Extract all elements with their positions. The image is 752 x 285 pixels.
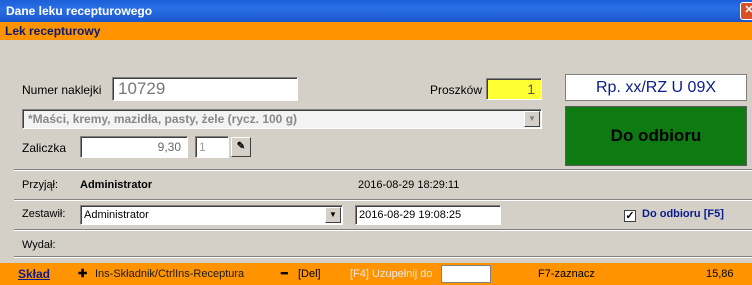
mark-button[interactable]: F7-zaznacz bbox=[538, 263, 595, 285]
chevron-down-icon[interactable]: ▼ bbox=[325, 207, 341, 223]
rp-code-box: Rp. xx/RZ U 09X bbox=[565, 74, 747, 101]
window-titlebar: Dane leku recepturowego ✕ bbox=[0, 0, 752, 22]
przyjal-user: Administrator bbox=[80, 179, 153, 191]
count-input[interactable]: 1 bbox=[195, 136, 229, 158]
zestawil-select[interactable]: Administrator ▼ bbox=[80, 205, 343, 225]
section-header: Lek recepturowy bbox=[0, 22, 752, 40]
numer-naklejki-label: Numer naklejki bbox=[22, 83, 102, 97]
minus-icon: ━ bbox=[281, 268, 288, 280]
close-icon[interactable]: ✕ bbox=[740, 2, 752, 20]
category-value: *Maści, kremy, mazidła, pasty, żele (ryc… bbox=[28, 112, 298, 126]
status-box: Do odbioru bbox=[565, 106, 747, 166]
fill-to-label[interactable]: [F4] Uzupełnij do bbox=[350, 263, 433, 285]
fill-to-input[interactable] bbox=[441, 265, 491, 283]
category-select[interactable]: *Maści, kremy, mazidła, pasty, żele (ryc… bbox=[22, 109, 542, 129]
przyjal-datetime: 2016-08-29 18:29:11 bbox=[358, 179, 460, 191]
delete-button[interactable]: [Del] bbox=[298, 263, 321, 285]
zaliczka-input[interactable]: 9,30 bbox=[80, 136, 188, 158]
divider bbox=[14, 256, 752, 258]
total-value: 15,86 bbox=[706, 268, 734, 280]
zestawil-date-input[interactable]: 2016-08-29 19:08:25 bbox=[355, 205, 501, 225]
proszkow-label: Proszków bbox=[430, 83, 483, 97]
proszkow-input[interactable]: 1 bbox=[486, 78, 542, 100]
sklad-tab[interactable]: Skład bbox=[18, 263, 50, 285]
edit-icon[interactable]: ✎ bbox=[231, 137, 251, 157]
window-title: Dane leku recepturowego bbox=[6, 4, 153, 18]
plus-icon: ✚ bbox=[78, 268, 88, 280]
numer-naklejki-input[interactable]: 10729 bbox=[112, 77, 298, 101]
divider bbox=[14, 229, 752, 231]
zestawil-label: Zestawił: bbox=[22, 208, 66, 220]
przyjal-label: Przyjął: bbox=[22, 179, 59, 191]
do-odbioru-checkbox-label[interactable]: Do odbioru [F5] bbox=[642, 208, 724, 220]
zaliczka-label: Zaliczka bbox=[22, 141, 67, 155]
divider bbox=[14, 199, 752, 201]
bottom-toolbar: Skład ✚ Ins-Składnik/CtrlIns-Receptura ━… bbox=[0, 263, 752, 285]
do-odbioru-checkbox[interactable]: ✓ bbox=[624, 210, 636, 222]
zestawil-user: Administrator bbox=[84, 209, 149, 221]
wydal-label: Wydał: bbox=[22, 239, 56, 251]
section-title: Lek recepturowy bbox=[5, 24, 101, 38]
form-panel: Numer naklejki 10729 Proszków 1 Rp. xx/R… bbox=[0, 40, 752, 285]
divider bbox=[14, 169, 752, 171]
add-ingredient-button[interactable]: Ins-Składnik/CtrlIns-Receptura bbox=[95, 263, 244, 285]
chevron-down-icon[interactable]: ▼ bbox=[524, 111, 540, 127]
